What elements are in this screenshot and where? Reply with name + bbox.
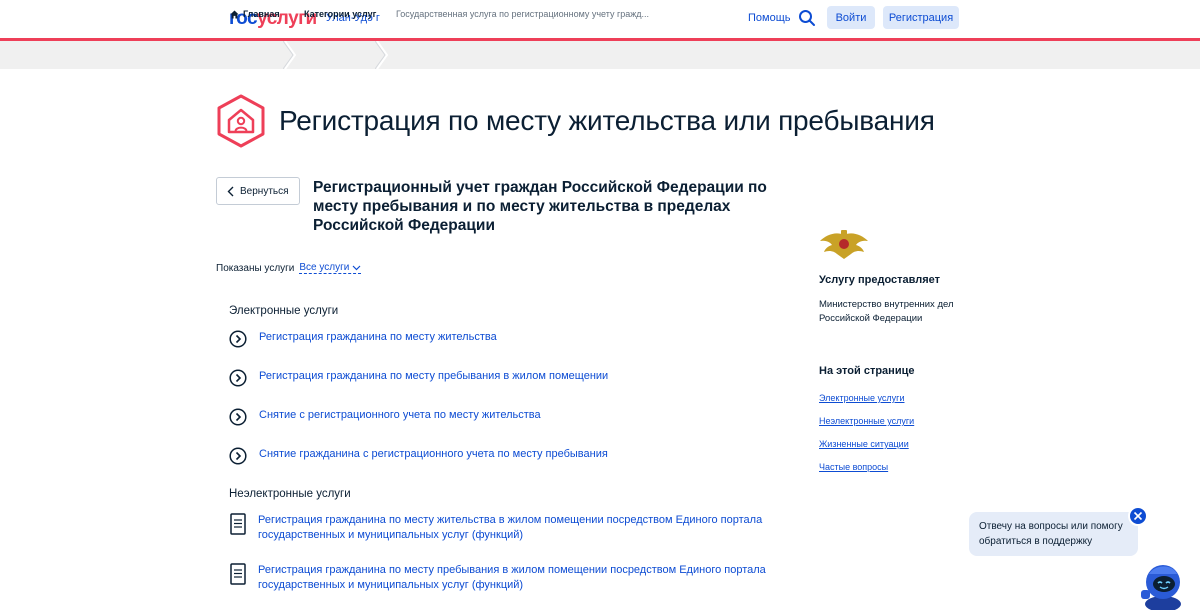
electronic-service-item[interactable]: Регистрация гражданина по месту пребыван… — [229, 369, 769, 387]
chevron-left-icon — [227, 186, 234, 196]
arrow-circle-icon — [229, 330, 247, 348]
service-filter: Показаны услуги Все услуги — [216, 262, 362, 274]
help-link[interactable]: Помощь — [748, 12, 791, 24]
house-registration-icon — [216, 94, 266, 148]
document-icon — [230, 513, 246, 535]
arrow-circle-icon — [229, 447, 247, 465]
on-page-heading: На этой странице — [819, 365, 915, 377]
anchor-non-electronic-services[interactable]: Неэлектронные услуги — [819, 416, 914, 426]
back-button[interactable]: Вернуться — [216, 177, 300, 205]
breadcrumb-home[interactable]: Главная — [230, 9, 280, 19]
breadcrumb-separator — [283, 41, 297, 69]
support-bubble[interactable]: Отвечу на вопросы или помогу обратиться … — [969, 512, 1138, 556]
anchor-faq[interactable]: Частые вопросы — [819, 462, 888, 472]
non-electronic-service-item[interactable]: Регистрация гражданина по месту пребыван… — [229, 563, 768, 593]
register-button[interactable]: Регистрация — [883, 6, 959, 29]
service-filter-dropdown[interactable]: Все услуги — [299, 262, 362, 274]
breadcrumb-current: Государственная услуга по регистрационно… — [396, 9, 650, 19]
anchor-life-situations[interactable]: Жизненные ситуации — [819, 439, 909, 449]
breadcrumb-categories[interactable]: Категории услуг — [304, 9, 376, 19]
breadcrumb — [0, 41, 1200, 69]
electronic-service-item[interactable]: Регистрация гражданина по месту жительст… — [229, 330, 769, 348]
electronic-service-item[interactable]: Снятие гражданина с регистрационного уче… — [229, 447, 769, 465]
chevron-down-icon — [352, 265, 361, 270]
anchor-electronic-services[interactable]: Электронные услуги — [819, 393, 904, 403]
document-icon — [230, 563, 246, 585]
search-icon[interactable] — [798, 9, 816, 27]
electronic-service-item[interactable]: Снятие с регистрационного учета по месту… — [229, 408, 769, 426]
mvd-emblem-icon — [818, 229, 870, 261]
arrow-circle-icon — [229, 369, 247, 387]
breadcrumb-separator — [375, 41, 389, 69]
site-header: госуслуги Улан-Удэ г Помощь Войти Регист… — [0, 0, 1200, 38]
provider-heading: Услугу предоставляет — [819, 274, 941, 286]
page-title: Регистрация по месту жительства или преб… — [279, 105, 935, 136]
non-electronic-service-item[interactable]: Регистрация гражданина по месту жительст… — [229, 513, 768, 543]
non-electronic-services-heading: Неэлектронные услуги — [229, 488, 351, 500]
close-icon[interactable] — [1128, 506, 1148, 526]
service-title: Регистрационный учет граждан Российской … — [313, 179, 767, 234]
arrow-circle-icon — [229, 408, 247, 426]
home-icon — [230, 9, 239, 19]
login-button[interactable]: Войти — [827, 6, 875, 29]
provider-name: Министерство внутренних дел Российской Ф… — [819, 299, 954, 324]
support-robot-icon[interactable] — [1137, 560, 1189, 610]
electronic-services-heading: Электронные услуги — [229, 305, 339, 317]
